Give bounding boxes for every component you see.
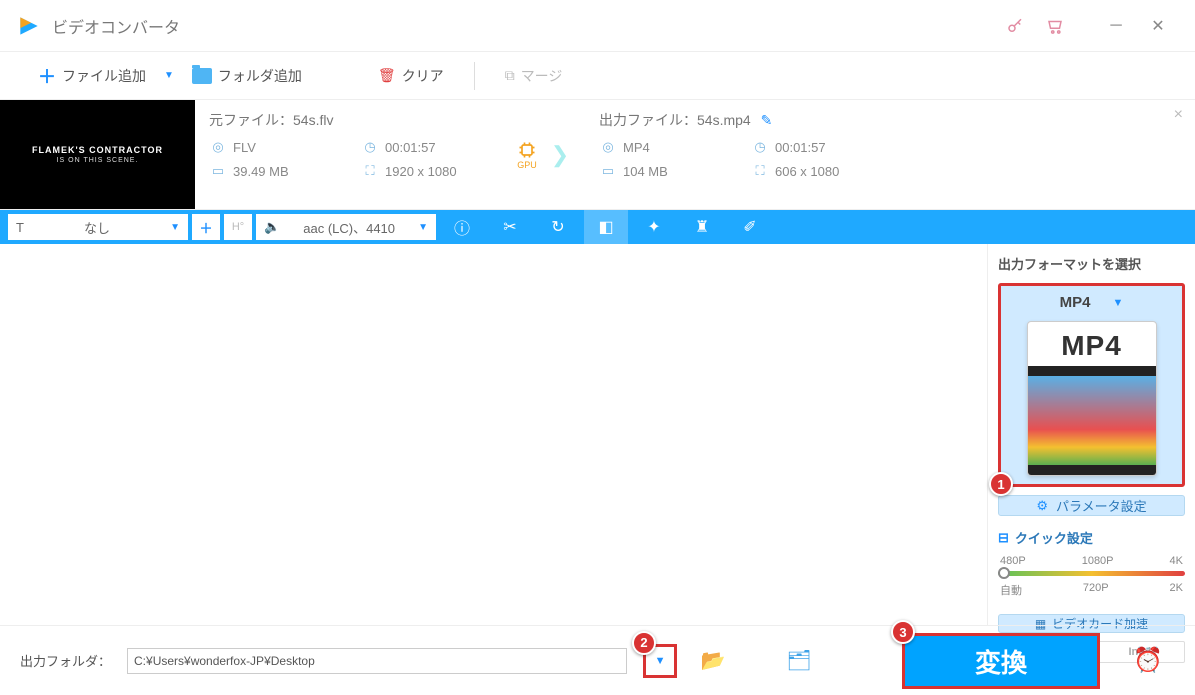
thumb-text2: IS ON THIS SCENE. <box>57 157 139 164</box>
edit-strip: T なし ▼ ＋ H° 🔈 aac (LC)、4410 ▼ ⓘ ✂ ↻ ◧ ✦ … <box>0 210 1195 244</box>
plus-icon: ＋ <box>38 63 56 89</box>
add-folder-button[interactable]: フォルダ追加 <box>184 62 310 90</box>
sliders-icon: ⚙ <box>1036 498 1048 514</box>
output-format-selector[interactable]: MP4 ▼ MP4 1 <box>998 283 1185 487</box>
app-logo-icon <box>16 13 42 39</box>
format-selected-label: MP4 <box>1060 294 1091 311</box>
subtitle-value: なし <box>84 218 110 237</box>
output-folder-dropdown[interactable]: ▼ 2 <box>643 644 677 678</box>
add-subtitle-button[interactable]: ＋ <box>192 214 220 240</box>
subtitle-prefix: T <box>16 220 24 235</box>
source-format: FLV <box>233 140 256 155</box>
source-info: 元ファイル：54s.flv ◎ FLV ◷ 00:01:57 ▭ 39.49 MB ⛶… <box>195 100 535 209</box>
crop-button[interactable]: ◧ <box>584 210 628 244</box>
rotate-button[interactable]: ↻ <box>536 210 580 244</box>
sidebar: 出力フォーマットを選択 MP4 ▼ MP4 1 ⚙ パラメータ設定 ⊟ クイック… <box>987 244 1195 625</box>
source-size: 39.49 MB <box>233 164 289 179</box>
format-preview-card: MP4 <box>1027 321 1157 476</box>
cart-icon[interactable] <box>1035 6 1075 46</box>
parameter-settings-button[interactable]: ⚙ パラメータ設定 <box>998 495 1185 516</box>
add-file-label: ファイル追加 <box>62 66 146 86</box>
edit-name-icon[interactable]: ✎ <box>761 112 773 128</box>
video-thumbnail[interactable]: FLAMEK'S CONTRACTOR IS ON THIS SCENE. <box>0 100 195 209</box>
list-button[interactable]: 🗂 <box>779 641 819 681</box>
audio-value: aac (LC)、4410 <box>303 218 395 237</box>
folder-icon <box>192 68 212 84</box>
schedule-button[interactable]: ⏰ <box>1126 639 1170 683</box>
format-card-label: MP4 <box>1028 322 1156 366</box>
film-strip-icon <box>1028 366 1156 475</box>
chevron-down-icon: ▼ <box>170 222 180 233</box>
info-button[interactable]: ⓘ <box>440 210 484 244</box>
title-bar: ビデオコンバータ ─ ✕ <box>0 0 1195 52</box>
output-format: MP4 <box>623 140 650 155</box>
main-toolbar: ＋ ファイル追加 ▼ フォルダ追加 🗑 クリア ⧉ マージ <box>0 52 1195 100</box>
output-duration: 00:01:57 <box>775 140 826 155</box>
annotation-1: 1 <box>989 472 1013 496</box>
quick-label: クイック設定 <box>1015 528 1093 547</box>
chevron-down-icon: ▼ <box>1112 297 1123 309</box>
remove-item-button[interactable]: × <box>1174 106 1183 124</box>
thumb-text1: FLAMEK'S CONTRACTOR <box>32 145 163 155</box>
file-list-empty-area <box>0 244 987 625</box>
speaker-icon: 🔈 <box>264 219 280 235</box>
add-folder-label: フォルダ追加 <box>218 66 302 86</box>
open-folder-button[interactable]: 📂 <box>693 641 733 681</box>
add-file-button[interactable]: ＋ ファイル追加 <box>30 59 154 93</box>
subtitle-select[interactable]: T なし ▼ <box>8 214 188 240</box>
gpu-badge: GPU <box>509 140 545 180</box>
output-size: 104 MB <box>623 164 668 179</box>
output-resolution: 606 x 1080 <box>775 164 839 179</box>
trash-icon: 🗑 <box>378 67 396 84</box>
clear-button[interactable]: 🗑 クリア <box>370 62 452 90</box>
bottom-bar: 出力フォルダ： ▼ 2 📂 🗂 変換 3 ⏰ <box>0 625 1195 695</box>
disc-icon: ◎ <box>209 138 227 156</box>
source-resolution: 1920 x 1080 <box>385 164 457 179</box>
quick-settings: ⊟ クイック設定 480P 1080P 4K 自動 720P 2K <box>998 528 1185 606</box>
key-icon[interactable] <box>995 6 1035 46</box>
output-info: × 出力ファイル：54s.mp4 ✎ ◎ MP4 ◷ 00:01:57 ▭ 104 M… <box>585 100 1195 209</box>
output-folder-input[interactable] <box>127 648 627 674</box>
source-duration: 00:01:57 <box>385 140 436 155</box>
resolution-icon: ⛶ <box>751 162 769 180</box>
audio-select[interactable]: 🔈 aac (LC)、4410 ▼ <box>256 214 436 240</box>
add-file-dropdown-icon[interactable]: ▼ <box>164 70 174 81</box>
clock-icon: ◷ <box>361 138 379 156</box>
resolution-icon: ⛶ <box>361 162 379 180</box>
cut-button[interactable]: ✂ <box>488 210 532 244</box>
annotation-2: 2 <box>632 631 656 655</box>
chevron-down-icon: ▼ <box>418 222 428 233</box>
close-button[interactable]: ✕ <box>1137 6 1179 46</box>
clear-label: クリア <box>402 66 444 86</box>
edit-button[interactable]: ✐ <box>728 210 772 244</box>
file-item-row: FLAMEK'S CONTRACTOR IS ON THIS SCENE. 元フ… <box>0 100 1195 210</box>
source-title: 元ファイル：54s.flv <box>209 110 521 130</box>
app-title: ビデオコンバータ <box>52 14 995 38</box>
hardsub-button[interactable]: H° <box>224 214 252 240</box>
disc-icon: ◎ <box>599 138 617 156</box>
convert-label: 変換 <box>975 643 1027 680</box>
merge-label: マージ <box>521 66 563 86</box>
separator <box>474 62 475 90</box>
merge-icon: ⧉ <box>505 67 515 84</box>
clock-icon: ◷ <box>751 138 769 156</box>
output-folder-label: 出力フォルダ： <box>20 651 111 670</box>
folder-size-icon: ▭ <box>209 162 227 180</box>
convert-button[interactable]: 変換 3 <box>902 633 1100 689</box>
folder-size-icon: ▭ <box>599 162 617 180</box>
sidebar-title: 出力フォーマットを選択 <box>998 254 1185 273</box>
merge-button[interactable]: ⧉ マージ <box>497 62 571 90</box>
param-label: パラメータ設定 <box>1056 496 1147 515</box>
minimize-button[interactable]: ─ <box>1095 6 1137 46</box>
effects-button[interactable]: ✦ <box>632 210 676 244</box>
annotation-3: 3 <box>891 620 915 644</box>
quick-icon: ⊟ <box>998 530 1009 546</box>
slider-thumb[interactable] <box>998 567 1010 579</box>
watermark-button[interactable]: ♜ <box>680 210 724 244</box>
quality-slider[interactable]: 480P 1080P 4K 自動 720P 2K <box>998 555 1185 598</box>
output-title: 出力ファイル：54s.mp4 ✎ <box>599 110 1181 130</box>
